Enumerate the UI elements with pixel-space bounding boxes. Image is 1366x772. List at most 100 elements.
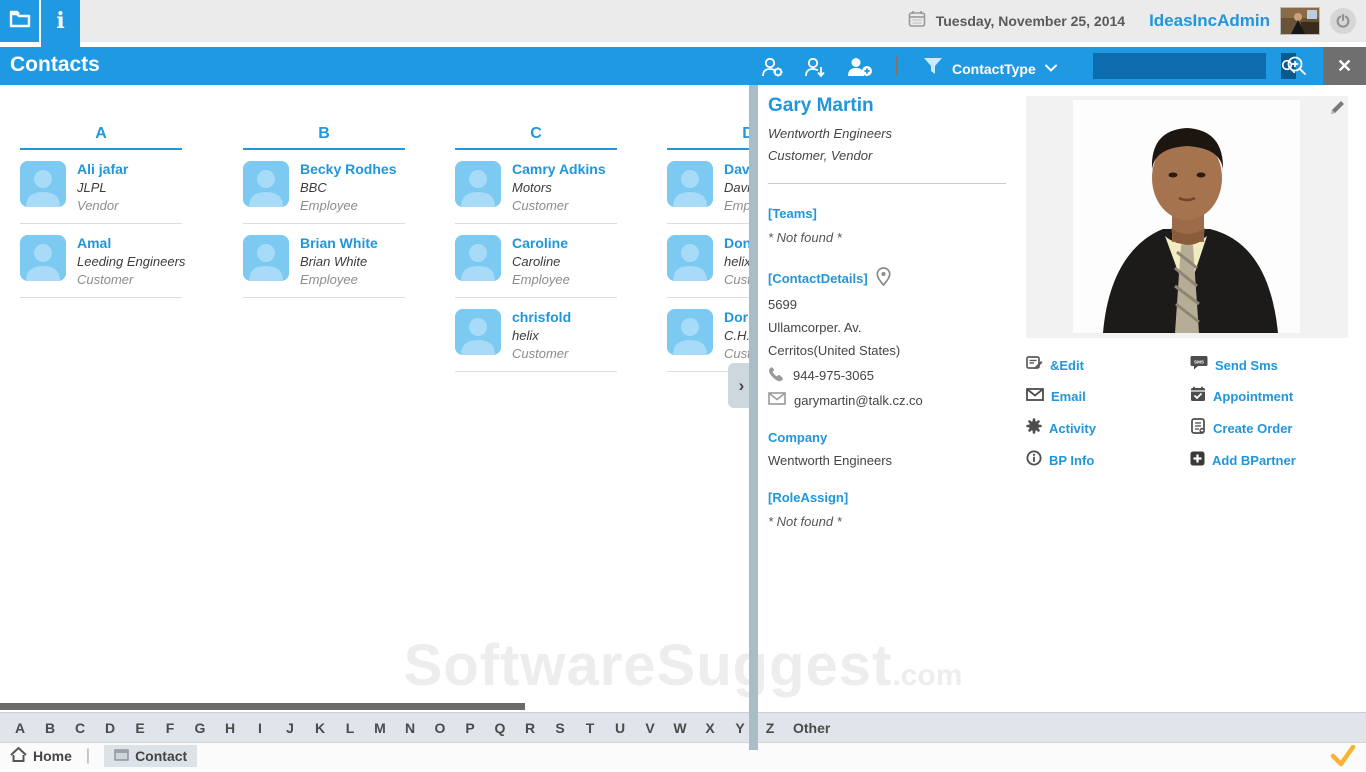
alphabet-letter-a[interactable]: A — [5, 720, 35, 736]
contact-name[interactable]: Caroline — [512, 235, 570, 251]
logout-power-button[interactable] — [1330, 8, 1356, 34]
action-link[interactable]: Create Order — [1190, 418, 1356, 439]
search-box — [1093, 53, 1296, 79]
teams-value: * Not found * — [768, 230, 842, 245]
action-link[interactable]: SMS Send Sms — [1190, 355, 1356, 375]
contact-card[interactable]: Ali jafar JLPL Vendor — [20, 150, 182, 224]
contact-avatar — [667, 161, 713, 207]
contact-name[interactable]: Becky Rodhes — [300, 161, 396, 177]
alphabet-letter-n[interactable]: N — [395, 720, 425, 736]
breadcrumb-home[interactable]: Home — [10, 746, 72, 765]
calendar-icon — [908, 10, 926, 33]
action-link[interactable]: Add BPartner — [1190, 450, 1356, 471]
alphabet-letter-s[interactable]: S — [545, 720, 575, 736]
alphabet-letter-v[interactable]: V — [635, 720, 665, 736]
user-settings-icon[interactable] — [758, 55, 788, 79]
contact-card[interactable]: Camry Adkins Motors Customer — [455, 150, 617, 224]
alphabet-letter-d[interactable]: D — [95, 720, 125, 736]
chevron-down-icon[interactable] — [1044, 60, 1058, 78]
contact-avatar — [455, 309, 501, 355]
contact-type: Customer — [512, 198, 569, 213]
alphabet-letter-q[interactable]: Q — [485, 720, 515, 736]
alphabet-letter-u[interactable]: U — [605, 720, 635, 736]
alphabet-letter-j[interactable]: J — [275, 720, 305, 736]
alphabet-letter-z[interactable]: Z — [755, 720, 785, 736]
contact-avatar — [20, 161, 66, 207]
window-icon — [114, 748, 129, 764]
contact-card[interactable]: chrisfold helix Customer — [455, 298, 617, 372]
contact-avatar — [243, 235, 289, 281]
contact-name[interactable]: Amal — [77, 235, 182, 251]
action-link[interactable]: &Edit — [1026, 355, 1190, 375]
letter-header[interactable]: B — [243, 125, 405, 150]
create-order-icon — [1190, 418, 1206, 439]
action-link[interactable]: Appointment — [1190, 386, 1356, 407]
contact-type: Employee — [512, 272, 570, 287]
alphabet-letter-e[interactable]: E — [125, 720, 155, 736]
username-link[interactable]: IdeasIncAdmin — [1149, 11, 1270, 31]
alphabet-letter-g[interactable]: G — [185, 720, 215, 736]
folder-tab[interactable] — [0, 0, 39, 42]
alphabet-letter-l[interactable]: L — [335, 720, 365, 736]
close-button[interactable]: ✕ — [1323, 47, 1366, 85]
alphabet-letter-x[interactable]: X — [695, 720, 725, 736]
panel-divider[interactable] — [749, 85, 758, 750]
alphabet-letter-r[interactable]: R — [515, 720, 545, 736]
info-tab[interactable]: i — [41, 0, 80, 42]
alphabet-letter-m[interactable]: M — [365, 720, 395, 736]
contact-type: Customer — [77, 272, 134, 287]
alphabet-letter-k[interactable]: K — [305, 720, 335, 736]
user-avatar[interactable] — [1280, 7, 1320, 35]
sms-icon: SMS — [1190, 355, 1208, 375]
contact-card[interactable]: Becky Rodhes BBC Employee — [243, 150, 405, 224]
contact-details-label[interactable]: [ContactDetails] — [768, 271, 868, 286]
contact-card[interactable]: Brian White Brian White Employee — [243, 224, 405, 298]
alphabet-letter-c[interactable]: C — [65, 720, 95, 736]
alphabet-letter-other[interactable]: Other — [785, 720, 838, 736]
contact-company: Brian White — [300, 254, 368, 269]
action-label: BP Info — [1049, 453, 1095, 468]
edit-photo-pencil-icon[interactable] — [1328, 99, 1346, 117]
top-bar: i Tuesday, November 25, 2014 IdeasIncAdm… — [0, 0, 1366, 47]
contact-card[interactable]: Caroline Caroline Employee — [455, 224, 617, 298]
alphabet-letter-t[interactable]: T — [575, 720, 605, 736]
detail-name: Gary Martin — [768, 95, 874, 116]
action-link[interactable]: Activity — [1026, 418, 1190, 439]
contact-name[interactable]: chrisfold — [512, 309, 571, 325]
contact-type-filter[interactable]: ContactType — [952, 61, 1036, 77]
alphabet-letter-f[interactable]: F — [155, 720, 185, 736]
top-left-tabs: i — [0, 0, 80, 42]
header-divider — [896, 56, 898, 76]
home-icon — [10, 746, 27, 765]
letter-header[interactable]: C — [455, 125, 617, 150]
alphabet-letter-w[interactable]: W — [665, 720, 695, 736]
filter-funnel-icon[interactable] — [922, 55, 944, 82]
alphabet-letter-h[interactable]: H — [215, 720, 245, 736]
contact-name[interactable]: Camry Adkins — [512, 161, 606, 177]
location-pin-icon[interactable] — [876, 267, 891, 289]
action-link[interactable]: BP Info — [1026, 450, 1190, 471]
search-input[interactable] — [1093, 53, 1281, 79]
alphabet-letter-o[interactable]: O — [425, 720, 455, 736]
alphabet-letter-i[interactable]: I — [245, 720, 275, 736]
alphabet-letter-p[interactable]: P — [455, 720, 485, 736]
roleassign-section-label[interactable]: [RoleAssign] — [768, 490, 1018, 505]
contact-name[interactable]: Ali jafar — [77, 161, 128, 177]
breadcrumb-contact-tab[interactable]: Contact — [104, 745, 198, 767]
add-contact-icon[interactable] — [845, 55, 875, 79]
contact-card[interactable]: Amal Leeding Engineers Customer — [20, 224, 185, 298]
letter-header[interactable]: A — [20, 125, 182, 150]
action-link[interactable]: Email — [1026, 386, 1190, 407]
contact-company: BBC — [300, 180, 327, 195]
horizontal-scrollbar-thumb[interactable] — [0, 703, 525, 710]
detail-email[interactable]: garymartin@talk.cz.co — [794, 393, 923, 408]
teams-section-label[interactable]: [Teams] — [768, 206, 1018, 221]
contact-avatar — [667, 309, 713, 355]
contact-name[interactable]: Brian White — [300, 235, 378, 251]
alphabet-letter-b[interactable]: B — [35, 720, 65, 736]
detail-phone: 944-975-3065 — [793, 367, 874, 383]
advanced-search-button[interactable] — [1283, 54, 1311, 78]
contact-company: helix — [512, 328, 539, 343]
address-line-1: 5699 — [768, 297, 797, 312]
user-import-icon[interactable] — [800, 55, 830, 79]
